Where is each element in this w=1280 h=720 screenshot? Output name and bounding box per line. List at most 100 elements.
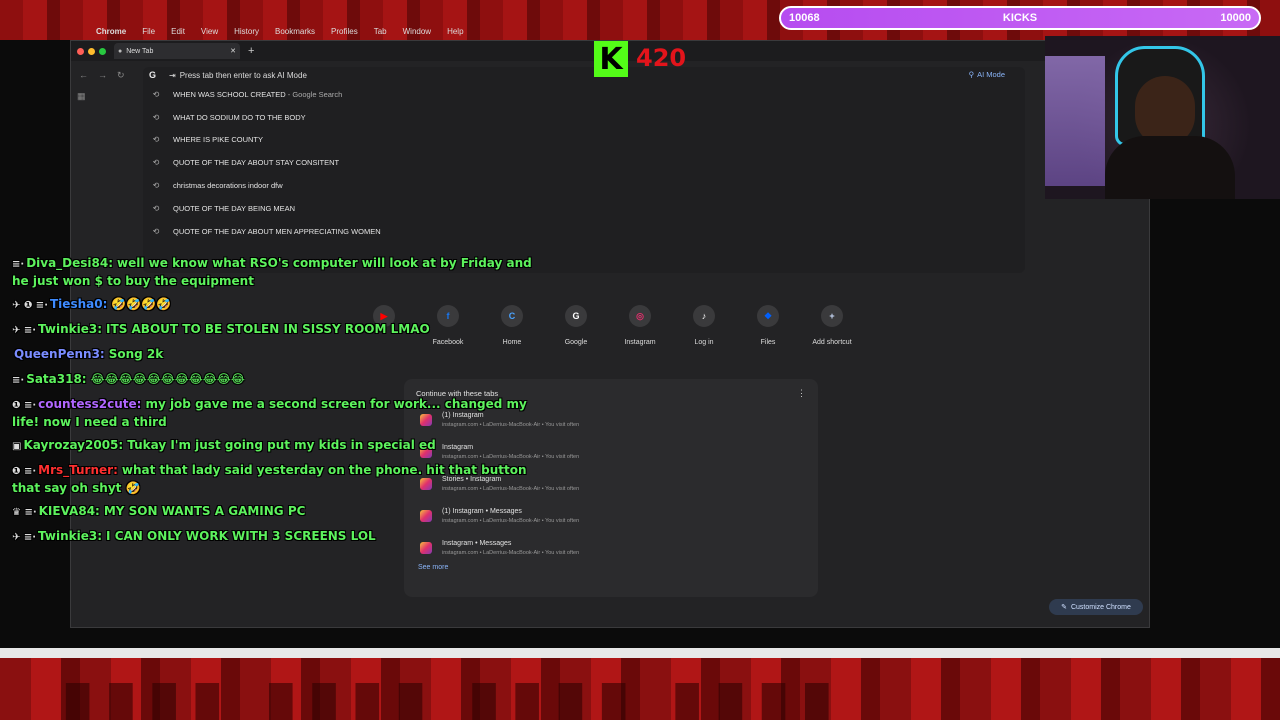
suggestion-item[interactable]: ⟲ QUOTE OF THE DAY ABOUT MEN APPRECIATING… — [143, 220, 1025, 243]
kicks-current: 10068 — [789, 12, 820, 24]
chat-username: QueenPenn3: — [14, 347, 105, 361]
chat-username: KIEVA84: — [38, 504, 100, 518]
ai-mode-button[interactable]: ⚲ AI Mode — [969, 70, 1005, 79]
menu-window[interactable]: Window — [403, 27, 431, 36]
suggestion-text: QUOTE OF THE DAY BEING MEAN — [173, 203, 296, 213]
kicks-label: KICKS — [1002, 12, 1038, 24]
kick-count: 420 — [636, 44, 687, 72]
customize-label: Customize Chrome — [1070, 603, 1131, 611]
chat-username: Tiesha0: — [50, 297, 108, 311]
chat-badges: ♛ ≡· — [12, 507, 37, 518]
plus-icon: + — [821, 305, 843, 327]
tab-title: New Tab — [126, 47, 154, 55]
chat-username: Twinkie3: — [38, 322, 103, 336]
suggestion-text: christmas decorations indoor dfw — [173, 181, 283, 191]
suggestion-item[interactable]: ⟲ WHAT DO SODIUM DO TO THE BODY — [143, 106, 1025, 129]
apps-grid-icon[interactable]: ▦ — [77, 91, 86, 102]
forward-icon[interactable]: → — [98, 70, 107, 80]
more-options-icon[interactable]: ⋮ — [797, 388, 806, 399]
history-icon: ⟲ — [152, 135, 160, 145]
history-icon: ⟲ — [152, 112, 160, 122]
omnibox-input[interactable]: G ⇥ Press tab then enter to ask AI Mode — [143, 67, 1025, 83]
menubar-app-name[interactable]: Chrome — [96, 27, 126, 36]
chat-badges: ✈ ❶ ≡· — [12, 300, 48, 311]
ai-mode-label: AI Mode — [977, 70, 1005, 79]
history-icon: ⟲ — [152, 181, 160, 191]
menu-bookmarks[interactable]: Bookmarks — [275, 27, 315, 36]
chat-username: Mrs_Turner: — [38, 463, 118, 477]
shortcut-tile[interactable]: + Add shortcut — [809, 305, 855, 346]
suggestion-item[interactable]: ⟲ WHEN WAS SCHOOL CREATED - Google Search — [143, 83, 1025, 106]
suggestion-text: WHEN WAS SCHOOL CREATED — [173, 89, 286, 99]
webcam-feed — [1045, 36, 1280, 199]
chat-text: MY SON WANTS A GAMING PC — [103, 504, 306, 518]
omnibox-dropdown: G ⇥ Press tab then enter to ask AI Mode … — [143, 67, 1025, 273]
chat-overlay: ≡· Diva_Desi84: well we know what RSO's co… — [12, 255, 532, 553]
chat-text: 😂😂😂😂😂😂😂😂😂😂😂 — [90, 372, 245, 386]
menu-profiles[interactable]: Profiles — [331, 27, 358, 36]
suggestion-text: QUOTE OF THE DAY ABOUT MEN APPRECIATING … — [173, 226, 381, 236]
see-more-link[interactable]: See more — [418, 564, 806, 571]
shortcut-label: Instagram — [624, 339, 656, 346]
close-tab-icon[interactable]: ✕ — [230, 47, 236, 55]
zoom-window-button[interactable] — [99, 47, 106, 55]
menu-file[interactable]: File — [142, 27, 155, 36]
suggestion-list: ⟲ WHEN WAS SCHOOL CREATED - Google Search… — [143, 83, 1025, 243]
chat-text: 🤣🤣🤣🤣 — [111, 297, 172, 311]
suggestion-item[interactable]: ⟲ QUOTE OF THE DAY ABOUT STAY CONSITENT — [143, 151, 1025, 174]
suggestion-item[interactable]: ⟲ WHERE IS PIKE COUNTY — [143, 129, 1025, 152]
chat-text: Tukay I'm just going put my kids in spec… — [127, 438, 436, 452]
menu-history[interactable]: History — [234, 27, 259, 36]
chat-text: ITS ABOUT TO BE STOLEN IN SISSY ROOM LMA… — [106, 322, 430, 336]
menu-tab[interactable]: Tab — [374, 27, 387, 36]
menu-view[interactable]: View — [201, 27, 218, 36]
customize-chrome-button[interactable]: ✎ Customize Chrome — [1049, 599, 1143, 615]
new-tab-button[interactable]: + — [248, 45, 254, 57]
window-controls — [77, 47, 106, 55]
shortcut-tile[interactable]: G Google — [553, 305, 599, 346]
chat-username: Sata318: — [26, 372, 87, 386]
chat-message: QueenPenn3: Song 2k — [12, 346, 532, 364]
chat-text: Song 2k — [108, 347, 164, 361]
suggestion-suffix: - Google Search — [285, 89, 343, 99]
chat-message: ✈ ≡· Twinkie3: ITS ABOUT TO BE STOLEN IN S… — [12, 321, 532, 339]
google-icon: G — [149, 70, 157, 80]
chat-badges: ✈ ≡· — [12, 325, 37, 336]
shortcut-label: Files — [760, 339, 776, 346]
shortcut-tile[interactable]: ◎ Instagram — [617, 305, 663, 346]
suggestion-text: WHAT DO SODIUM DO TO THE BODY — [173, 112, 306, 122]
reload-icon[interactable]: ↻ — [117, 70, 125, 81]
suggestion-item[interactable]: ⟲ christmas decorations indoor dfw — [143, 174, 1025, 197]
shortcut-label: Add shortcut — [812, 339, 852, 346]
chat-username: countess2cute: — [38, 397, 142, 411]
chat-badges: ✈ ≡· — [12, 532, 37, 543]
shortcut-tile[interactable]: ❖ Files — [745, 305, 791, 346]
chat-username: Twinkie3: — [38, 529, 103, 543]
kick-logo: K — [594, 41, 628, 77]
stream-frame-bottom: ▮▮▮▮ ▮▮▮▮ ▮▮▮▮ ▮▮▮▮ — [0, 648, 1280, 720]
dropbox-icon: ❖ — [757, 305, 779, 327]
webcam-streamer-body — [1105, 136, 1235, 199]
menu-edit[interactable]: Edit — [171, 27, 185, 36]
close-window-button[interactable] — [77, 47, 84, 55]
chat-message: ❶ ≡· Mrs_Turner: what that lady said yeste… — [12, 462, 532, 496]
back-icon[interactable]: ← — [79, 70, 88, 80]
chat-username: Kayrozay2005: — [23, 438, 124, 452]
pencil-icon: ✎ — [1061, 604, 1067, 611]
menu-help[interactable]: Help — [447, 27, 463, 36]
tab-new-tab[interactable]: ● New Tab ✕ — [114, 43, 240, 59]
chat-message: ≡· Sata318: 😂😂😂😂😂😂😂😂😂😂😂 — [12, 371, 532, 389]
chat-username: Diva_Desi84: — [26, 256, 114, 270]
omnibox-hint: Press tab then enter to ask AI Mode — [179, 70, 307, 80]
shortcut-tile[interactable]: ♪ Log in — [681, 305, 727, 346]
kicks-goal: 10000 — [1220, 12, 1251, 24]
tiktok-icon: ♪ — [693, 305, 715, 327]
kicks-goal-bar: 10068 KICKS 10000 — [779, 6, 1261, 30]
instagram-icon: ◎ — [629, 305, 651, 327]
history-icon: ⟲ — [152, 203, 160, 213]
history-icon: ⟲ — [152, 89, 160, 99]
chat-message: ✈ ❶ ≡· Tiesha0: 🤣🤣🤣🤣 — [12, 296, 532, 314]
minimize-window-button[interactable] — [88, 47, 95, 55]
suggestion-text: WHERE IS PIKE COUNTY — [173, 135, 264, 145]
suggestion-item[interactable]: ⟲ QUOTE OF THE DAY BEING MEAN — [143, 197, 1025, 220]
